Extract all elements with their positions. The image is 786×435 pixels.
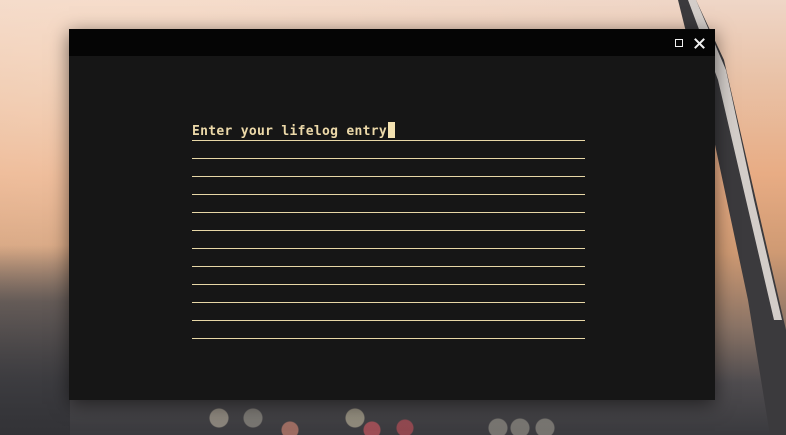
close-icon bbox=[693, 37, 705, 49]
lifelog-entry-area[interactable]: Enter your lifelog entry bbox=[192, 112, 585, 339]
close-button[interactable] bbox=[691, 35, 707, 51]
entry-line[interactable] bbox=[192, 195, 585, 213]
entry-prompt-text: Enter your lifelog entry bbox=[192, 124, 388, 139]
maximize-icon bbox=[675, 39, 683, 47]
text-cursor bbox=[388, 122, 396, 138]
entry-line[interactable] bbox=[192, 267, 585, 285]
wallpaper-city-silhouette bbox=[0, 245, 70, 435]
entry-line[interactable] bbox=[192, 303, 585, 321]
window-titlebar[interactable] bbox=[69, 29, 715, 56]
entry-line[interactable] bbox=[192, 141, 585, 159]
entry-line[interactable]: Enter your lifelog entry bbox=[192, 112, 585, 141]
entry-prompt: Enter your lifelog entry bbox=[192, 122, 396, 139]
entry-line[interactable] bbox=[192, 177, 585, 195]
entry-line[interactable] bbox=[192, 231, 585, 249]
maximize-button[interactable] bbox=[671, 35, 687, 51]
entry-line[interactable] bbox=[192, 285, 585, 303]
entry-line[interactable] bbox=[192, 159, 585, 177]
entry-line[interactable] bbox=[192, 213, 585, 231]
entry-line[interactable] bbox=[192, 321, 585, 339]
entry-line[interactable] bbox=[192, 249, 585, 267]
lifelog-window: Enter your lifelog entry bbox=[69, 29, 715, 400]
